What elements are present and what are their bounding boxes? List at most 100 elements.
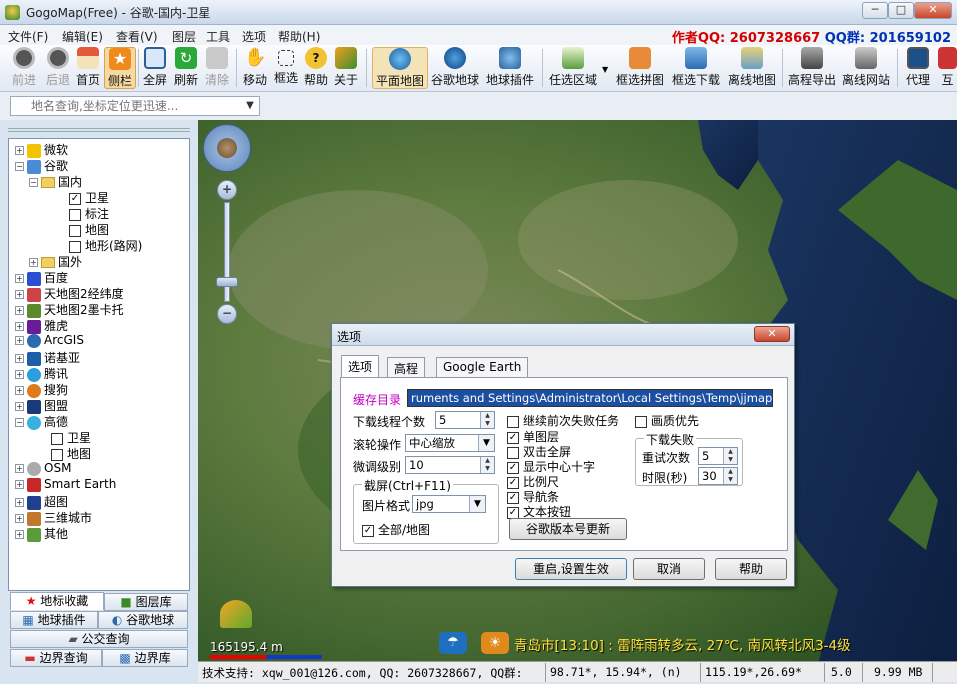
menu-edit[interactable]: 编辑(E) xyxy=(62,28,103,45)
menu-file[interactable]: 文件(F) xyxy=(8,28,48,45)
checkbox[interactable] xyxy=(51,432,63,445)
fine-stepper[interactable]: 10 ▲ ▼ xyxy=(405,456,495,474)
tab-earth-plugin[interactable]: ▦ 地球插件 xyxy=(10,611,98,629)
fullscreen-button[interactable]: 全屏 xyxy=(141,47,169,89)
offline-site-button[interactable]: 离线网站 xyxy=(840,47,892,89)
menu-layer[interactable]: 图层 xyxy=(172,28,196,45)
tab-google-earth[interactable]: ◐ 谷歌地球 xyxy=(98,611,188,629)
toolbar: 前进 后退 首页 ★ 侧栏 全屏 ↻ 刷新 清除 ✋ 移动 框选 ? 帮助 关于 平面地… xyxy=(0,45,957,92)
tree-item-mapbar[interactable]: + 图盟 xyxy=(15,397,68,414)
tree-item-domestic[interactable]: − 国内 xyxy=(29,173,82,189)
wheel-select[interactable]: 中心缩放 ▼ xyxy=(405,434,495,452)
tree-item-smart-earth[interactable]: + Smart Earth xyxy=(15,477,116,493)
tree-item-other[interactable]: + 其他 xyxy=(15,525,68,542)
menu-tools[interactable]: 工具 xyxy=(206,28,230,45)
tree-item-satellite[interactable]: ✓ 卫星 xyxy=(69,189,109,205)
box-select-button[interactable]: 框选 xyxy=(272,47,300,89)
dialog-close-button[interactable]: ✕ xyxy=(754,326,790,342)
search-dropdown[interactable]: ▼ xyxy=(241,97,259,115)
zoom-slider-handle[interactable] xyxy=(216,277,238,287)
quality-first-checkbox[interactable]: 画质优先 xyxy=(635,412,699,429)
tab-layer-lib[interactable]: ■ 图层库 xyxy=(104,593,188,611)
tree-item-microsoft[interactable]: + 微软 xyxy=(15,141,68,158)
flat-map-button[interactable]: 平面地图 xyxy=(372,47,428,89)
minimize-button[interactable]: ─ xyxy=(862,2,888,19)
tree-item-tencent[interactable]: + 腾讯 xyxy=(15,365,68,382)
zoom-out-button[interactable]: − xyxy=(217,304,237,324)
about-button[interactable]: 关于 xyxy=(332,47,360,89)
tree-item-foreign[interactable]: + 国外 xyxy=(29,253,82,269)
dialog-help-button[interactable]: 帮助 xyxy=(715,558,787,580)
tab-bus-query[interactable]: ▰ 公交查询 xyxy=(10,630,188,648)
panel-grip[interactable] xyxy=(8,128,190,132)
maximize-button[interactable]: □ xyxy=(888,2,914,19)
all-map-checkbox[interactable]: ✓ 全部/地图 xyxy=(362,521,430,538)
continue-task-checkbox[interactable]: 继续前次失败任务 xyxy=(507,412,619,429)
tree-item-amap[interactable]: − 高德 xyxy=(15,413,68,430)
update-version-button[interactable]: 谷歌版本号更新 xyxy=(509,518,627,540)
zoom-in-button[interactable]: + xyxy=(217,180,237,200)
stitch-button[interactable]: 框选拼图 xyxy=(614,47,666,89)
tree-item-amap-satellite[interactable]: 卫星 xyxy=(51,429,91,445)
format-select[interactable]: jpg ▼ xyxy=(412,495,486,513)
cache-dir-input[interactable]: ruments and Settings\Administrator\Local… xyxy=(407,389,773,407)
interact-button[interactable]: 互 xyxy=(938,47,957,89)
checkbox-checked[interactable]: ✓ xyxy=(69,192,81,205)
flag-icon: ▬ xyxy=(24,651,36,665)
sidebar-button[interactable]: ★ 侧栏 xyxy=(104,47,136,89)
tree-item-map[interactable]: 地图 xyxy=(69,221,109,237)
apply-restart-button[interactable]: 重启,设置生效 xyxy=(515,558,627,580)
threads-stepper[interactable]: 5 ▲ ▼ xyxy=(435,411,495,429)
title-bar: GogoMap(Free) - 谷歌-国内-卫星 ─ □ ✕ xyxy=(0,0,957,25)
tree-item-label[interactable]: 标注 xyxy=(69,205,109,221)
download-button[interactable]: 框选下载 xyxy=(670,47,722,89)
timeout-stepper[interactable]: 30 ▲ ▼ xyxy=(698,467,738,485)
tree-item-google[interactable]: − 谷歌 xyxy=(15,157,68,174)
refresh-button[interactable]: ↻ 刷新 xyxy=(172,47,200,89)
earth-plugin-button[interactable]: 地球插件 xyxy=(484,47,536,89)
tab-landmarks[interactable]: ★ 地标收藏 xyxy=(10,592,104,610)
status-coord-cursor: 98.71*, 15.94*, (n) xyxy=(550,665,682,679)
home-button[interactable]: 首页 xyxy=(74,47,102,89)
tree-item-nokia[interactable]: + 诺基亚 xyxy=(15,349,80,366)
google-earth-button[interactable]: 谷歌地球 xyxy=(430,47,480,89)
tree-item-yahoo[interactable]: + 雅虎 xyxy=(15,317,68,334)
elevation-export-button[interactable]: 高程导出 xyxy=(786,47,838,89)
tree-item-baidu[interactable]: + 百度 xyxy=(15,269,68,286)
tab-google-earth[interactable]: Google Earth xyxy=(436,357,529,377)
cancel-button[interactable]: 取消 xyxy=(633,558,705,580)
retry-stepper[interactable]: 5 ▲ ▼ xyxy=(698,447,738,465)
tree-item-tianditu-latlon[interactable]: + 天地图2经纬度 xyxy=(15,285,124,302)
menu-help[interactable]: 帮助(H) xyxy=(278,28,320,45)
tree-item-osm[interactable]: + OSM xyxy=(15,461,71,477)
help-button[interactable]: ? 帮助 xyxy=(302,47,330,89)
forward-button[interactable]: 前进 xyxy=(8,47,40,89)
move-button[interactable]: ✋ 移动 xyxy=(240,47,270,89)
any-region-button[interactable]: 任选区域 xyxy=(548,47,598,89)
checkbox[interactable] xyxy=(69,240,81,253)
tree-item-3d-city[interactable]: + 三维城市 xyxy=(15,509,92,526)
menu-options[interactable]: 选项 xyxy=(242,28,266,45)
tree-item-arcgis[interactable]: + ArcGIS xyxy=(15,333,84,349)
menu-view[interactable]: 查看(V) xyxy=(116,28,158,45)
tree-item-supermap[interactable]: + 超图 xyxy=(15,493,68,510)
tree-item-tianditu-mercator[interactable]: + 天地图2墨卡托 xyxy=(15,301,124,318)
tree-item-amap-map[interactable]: 地图 xyxy=(51,445,91,461)
checkbox[interactable] xyxy=(51,448,63,461)
tree-item-sogou[interactable]: + 搜狗 xyxy=(15,381,68,398)
checkbox[interactable] xyxy=(69,208,81,221)
tab-options[interactable]: 选项 xyxy=(341,355,380,378)
tab-boundary-query[interactable]: ▬ 边界查询 xyxy=(10,649,102,667)
tree-item-terrain[interactable]: 地形(路网) xyxy=(69,237,142,253)
tab-boundary-lib[interactable]: ▩ 边界库 xyxy=(102,649,188,667)
tab-elevation[interactable]: 高程 xyxy=(387,357,426,377)
close-button[interactable]: ✕ xyxy=(914,2,952,19)
zoom-slider-track[interactable] xyxy=(224,202,230,302)
back-button[interactable]: 后退 xyxy=(42,47,74,89)
search-input[interactable] xyxy=(11,97,239,115)
proxy-button[interactable]: 代理 xyxy=(902,47,934,89)
checkbox[interactable] xyxy=(69,224,81,237)
region-dropdown-arrow[interactable]: ▼ xyxy=(602,65,608,74)
offline-map-button[interactable]: 离线地图 xyxy=(726,47,778,89)
clear-button[interactable]: 清除 xyxy=(203,47,231,89)
